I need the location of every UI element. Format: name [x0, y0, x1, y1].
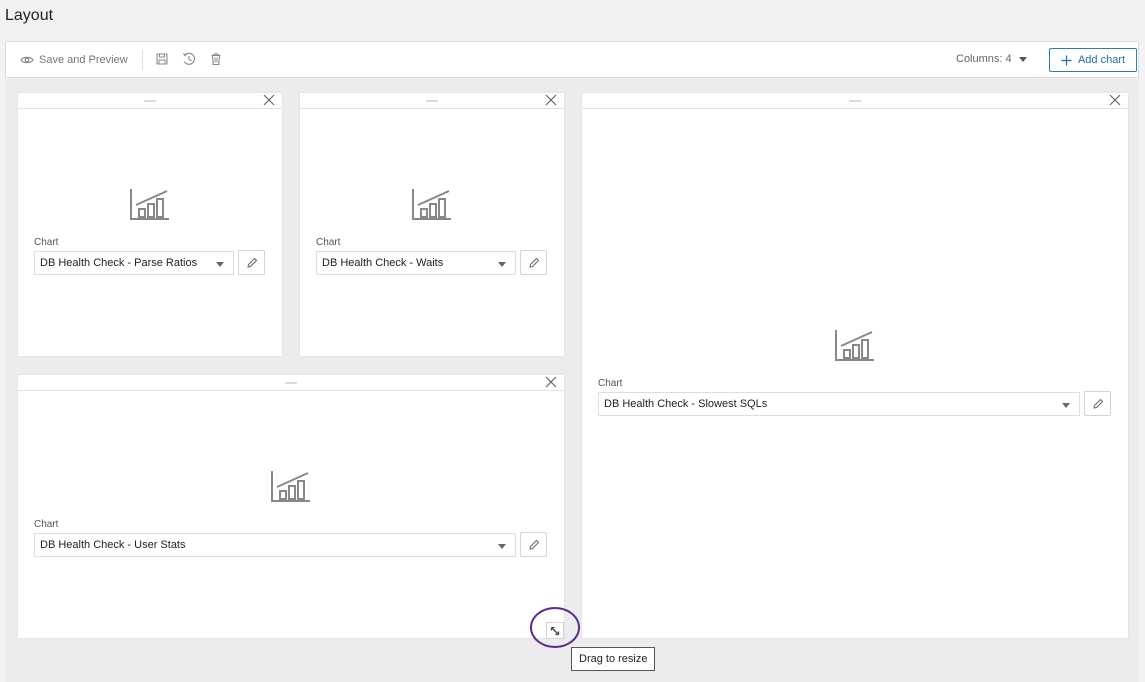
chart-card: Chart DB Health Check - Slowest SQLs — [582, 93, 1128, 638]
drag-handle-icon[interactable] — [849, 100, 861, 102]
eye-icon — [20, 56, 34, 64]
chart-select[interactable]: DB Health Check - Slowest SQLs — [598, 392, 1080, 416]
save-and-preview-label: Save and Preview — [39, 54, 128, 66]
close-icon[interactable] — [263, 94, 275, 106]
chart-field-label: Chart — [34, 237, 59, 248]
chart-placeholder-icon — [271, 471, 310, 502]
plus-icon — [1061, 55, 1072, 65]
chart-select-value: DB Health Check - Parse Ratios — [40, 257, 198, 269]
caret-down-icon — [498, 544, 506, 549]
edit-chart-button[interactable] — [520, 532, 547, 557]
chart-select-value: DB Health Check - Waits — [322, 257, 444, 269]
card-header — [300, 93, 564, 109]
chart-placeholder-icon — [835, 330, 874, 361]
history-icon[interactable] — [181, 51, 197, 67]
chart-card: Chart DB Health Check - Waits — [300, 93, 564, 356]
close-icon[interactable] — [545, 376, 557, 388]
chart-select-value: DB Health Check - User Stats — [40, 539, 186, 551]
close-icon[interactable] — [545, 94, 557, 106]
chart-field-label: Chart — [316, 237, 341, 248]
chart-card: Chart DB Health Check - User Stats — [18, 375, 564, 638]
close-icon[interactable] — [1109, 94, 1121, 106]
drag-handle-icon[interactable] — [285, 382, 297, 384]
resize-tooltip: Drag to resize — [571, 647, 656, 671]
drag-handle-icon[interactable] — [144, 100, 156, 102]
chart-select[interactable]: DB Health Check - Waits — [316, 251, 516, 275]
chart-select-value: DB Health Check - Slowest SQLs — [604, 398, 768, 410]
layout-canvas: Chart DB Health Check - Parse Ratios Cha… — [5, 79, 1139, 682]
edit-chart-button[interactable] — [520, 250, 547, 275]
resize-icon — [550, 626, 560, 635]
caret-down-icon — [1018, 56, 1027, 62]
toolbar-divider — [142, 50, 143, 70]
card-header — [18, 375, 564, 391]
caret-down-icon — [216, 262, 224, 267]
chart-field-label: Chart — [598, 378, 623, 389]
caret-down-icon — [1062, 403, 1070, 408]
save-and-preview-button[interactable]: Save and Preview — [20, 54, 128, 66]
add-chart-label: Add chart — [1077, 54, 1126, 66]
columns-label: Columns: 4 — [956, 53, 1012, 65]
add-chart-button[interactable]: Add chart — [1049, 48, 1137, 72]
layout-toolbar: Save and Preview Columns: 4 Add chart — [5, 41, 1139, 78]
chart-select[interactable]: DB Health Check - Parse Ratios — [34, 251, 234, 275]
page-title: Layout — [5, 7, 54, 24]
chart-select[interactable]: DB Health Check - User Stats — [34, 533, 516, 557]
edit-chart-button[interactable] — [1084, 391, 1111, 416]
card-header — [582, 93, 1128, 109]
columns-select[interactable]: Columns: 4 — [956, 53, 1027, 65]
trash-icon[interactable] — [208, 51, 224, 67]
caret-down-icon — [498, 262, 506, 267]
chart-placeholder-icon — [130, 189, 169, 220]
chart-field-label: Chart — [34, 519, 59, 530]
pencil-icon — [246, 257, 257, 268]
pencil-icon — [528, 257, 539, 268]
chart-placeholder-icon — [412, 189, 451, 220]
pencil-icon — [528, 539, 539, 550]
save-icon[interactable] — [154, 51, 170, 67]
drag-handle-icon[interactable] — [426, 100, 438, 102]
pencil-icon — [1092, 398, 1103, 409]
card-header — [18, 93, 282, 109]
resize-handle[interactable] — [546, 622, 564, 639]
chart-card: Chart DB Health Check - Parse Ratios — [18, 93, 282, 356]
edit-chart-button[interactable] — [238, 250, 265, 275]
